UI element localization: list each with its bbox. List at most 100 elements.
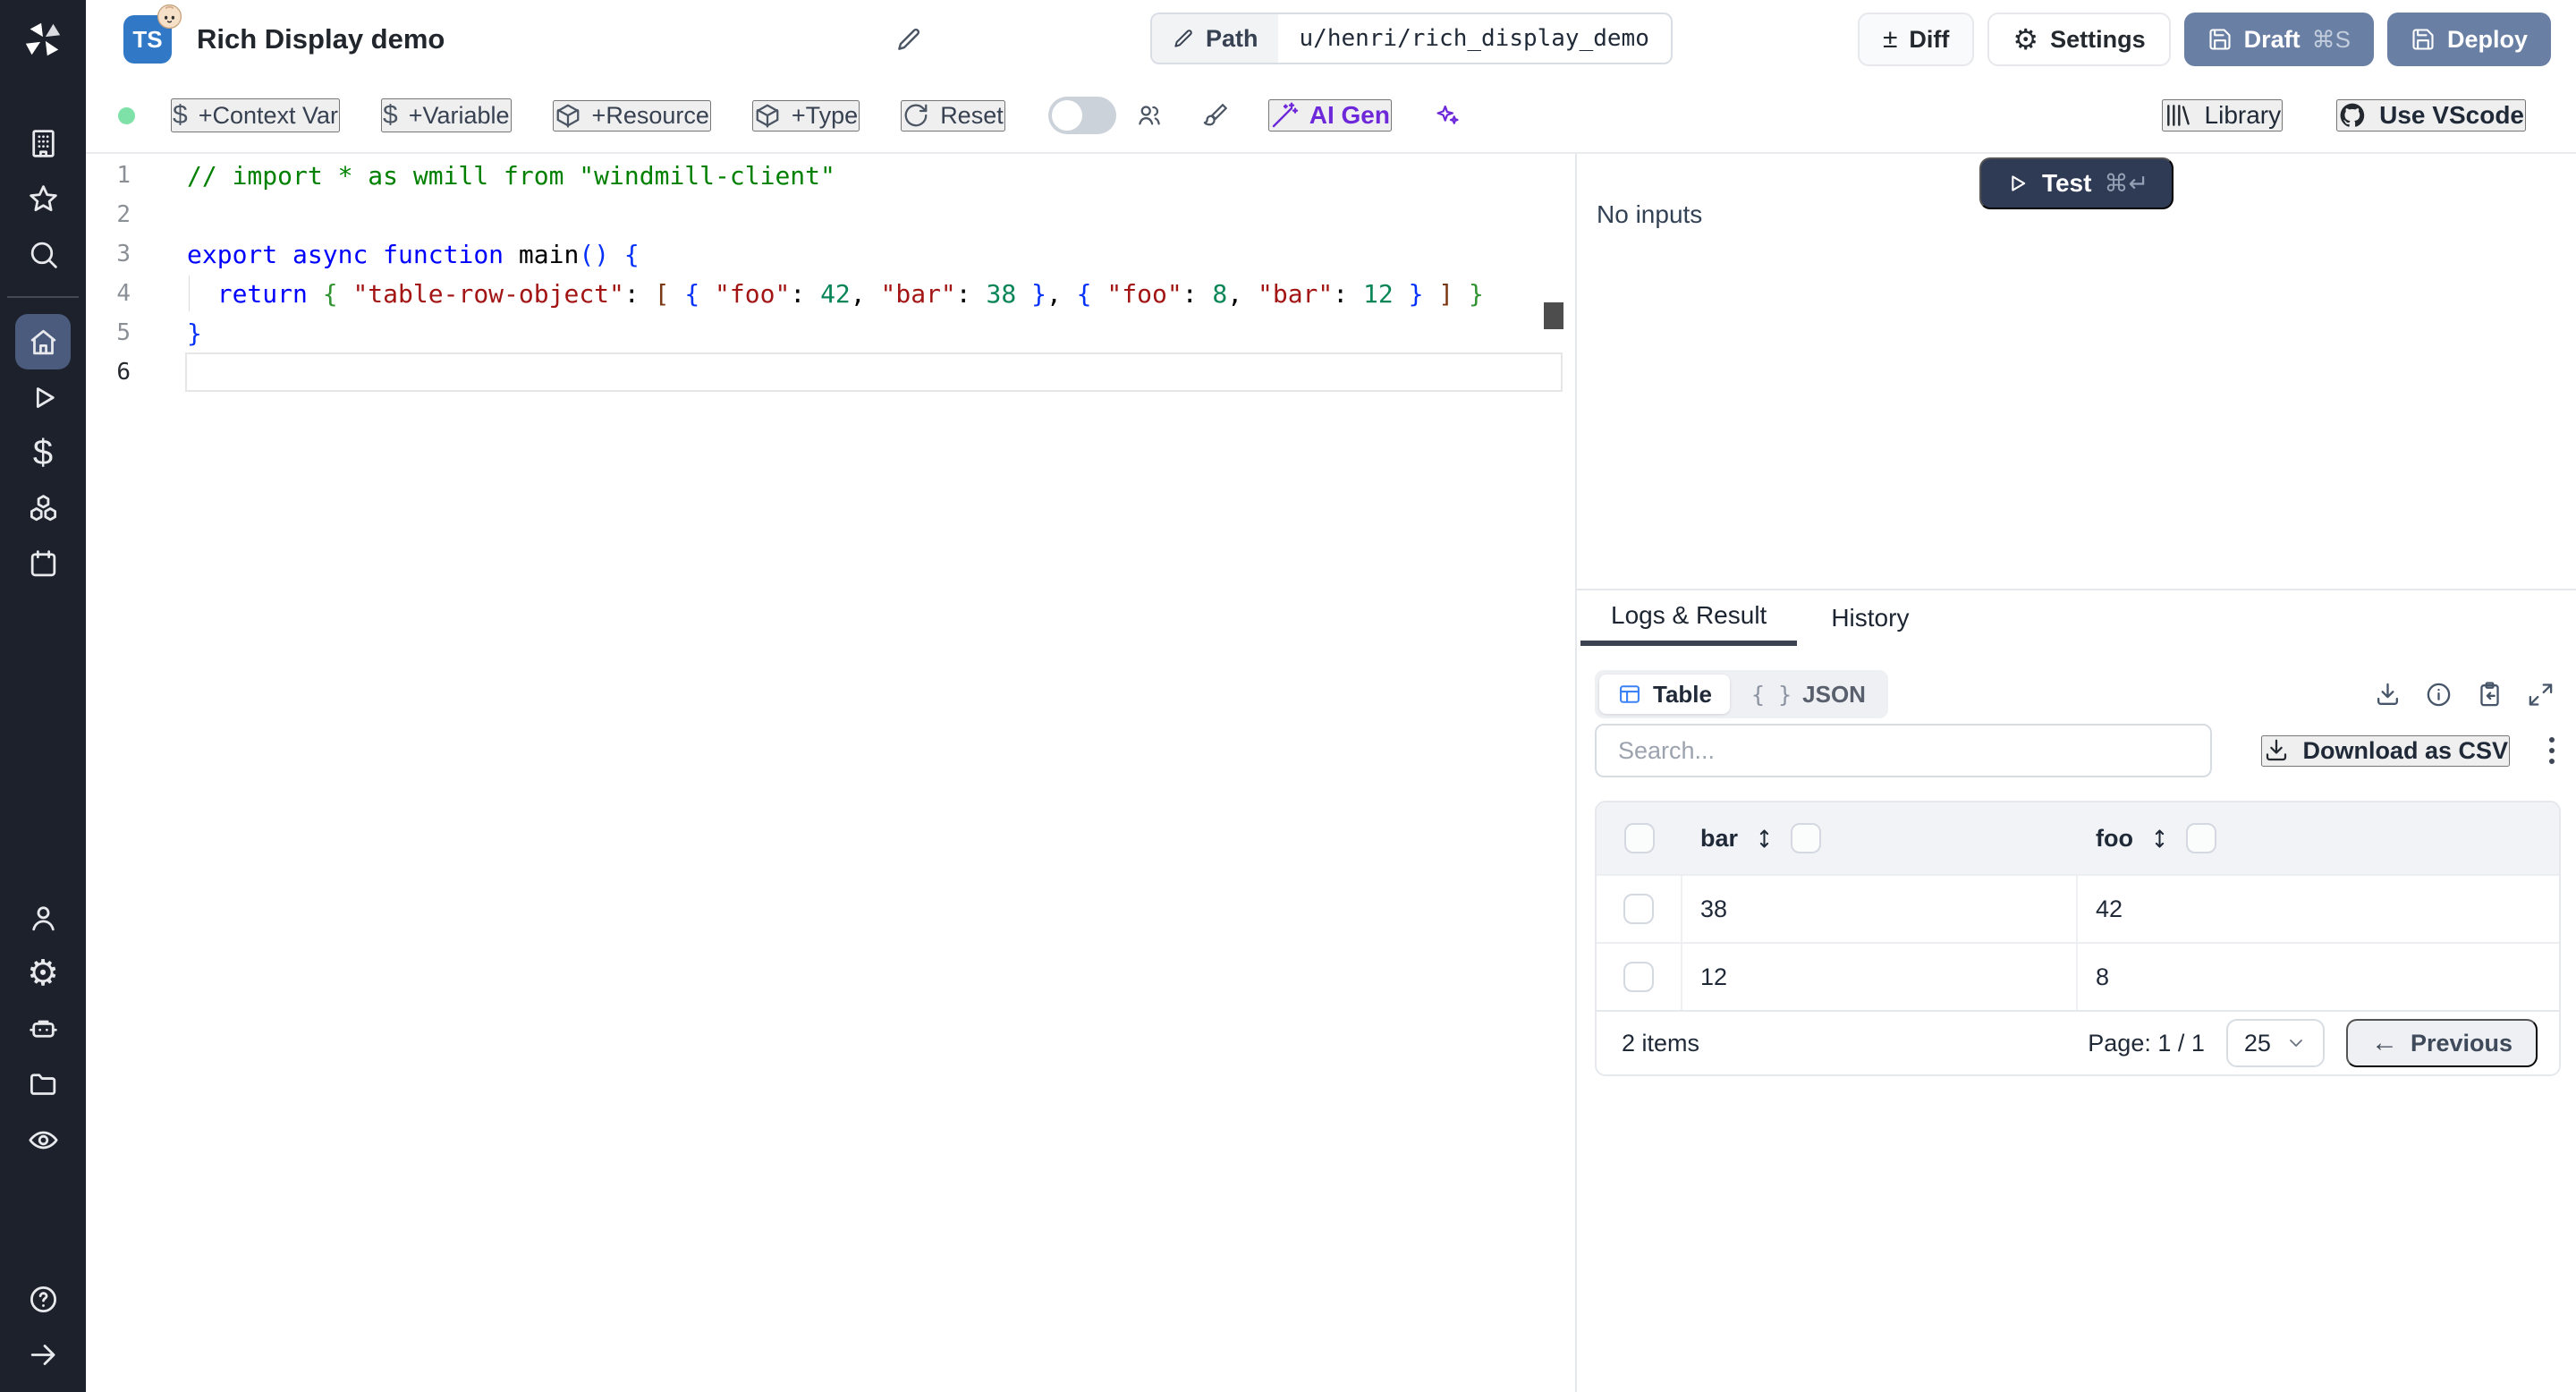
sidebar-item-dollar[interactable]: $ <box>15 425 71 480</box>
table-footer: 2 items Page: 1 / 1 25 ← Previous <box>1597 1010 2559 1074</box>
windmill-logo-icon[interactable] <box>0 13 86 66</box>
tab-history[interactable]: History <box>1820 590 1919 646</box>
sort-icon[interactable] <box>1752 827 1776 851</box>
line-number: 4 <box>116 280 131 307</box>
tab-logs-result[interactable]: Logs & Result <box>1580 590 1798 646</box>
clipboard-copy-icon[interactable] <box>2476 681 2504 709</box>
code-line-6[interactable]: 6 <box>86 352 1575 392</box>
code-line-2[interactable]: 2 <box>86 195 1575 234</box>
code-editor[interactable]: 1// import * as wmill from "windmill-cli… <box>86 154 1575 1392</box>
sidebar-item-star[interactable] <box>15 171 71 226</box>
items-count: 2 items <box>1622 1029 1700 1057</box>
dollar-icon: $ <box>173 100 188 130</box>
sparkles-icon[interactable] <box>1433 102 1460 129</box>
info-icon[interactable] <box>2425 681 2453 709</box>
expand-icon[interactable] <box>2527 681 2555 709</box>
path-label: Path <box>1152 14 1278 63</box>
kebab-menu-icon[interactable] <box>2549 734 2555 767</box>
view-json-option[interactable]: { } JSON <box>1733 675 1884 714</box>
row-checkbox[interactable] <box>1623 962 1654 992</box>
table-body: 38 42 12 8 <box>1597 874 2559 1010</box>
download-icon[interactable] <box>2374 681 2402 709</box>
format-brush-icon[interactable] <box>1202 102 1229 129</box>
toolbar-right: Library Use VScode <box>2161 99 2526 132</box>
code-lines[interactable]: 1// import * as wmill from "windmill-cli… <box>86 156 1575 392</box>
line-number: 6 <box>116 359 131 386</box>
multiplayer-toggle[interactable] <box>1047 97 1116 134</box>
save-icon <box>2209 29 2231 50</box>
sidebar-item-building[interactable] <box>15 115 71 171</box>
sidebar-item-home[interactable] <box>15 314 71 369</box>
editor-scrollbar-thumb[interactable] <box>1544 302 1563 329</box>
reset-button[interactable]: Reset <box>901 99 1005 132</box>
download-csv-button[interactable]: Download as CSV <box>2261 734 2510 767</box>
no-inputs-label: No inputs <box>1597 200 1703 228</box>
result-actions <box>2374 681 2555 709</box>
sidebar-item-folder[interactable] <box>15 1057 71 1112</box>
path-value[interactable]: u/henri/rich_display_demo <box>1278 14 1671 63</box>
sidebar-item-robot[interactable] <box>15 1001 71 1057</box>
previous-page-button[interactable]: ← Previous <box>2345 1019 2538 1067</box>
column-header-bar: bar <box>1682 802 2078 874</box>
column-filter-box[interactable] <box>2185 823 2216 853</box>
use-vscode-button[interactable]: Use VScode <box>2336 99 2526 132</box>
page-indicator: Page: 1 / 1 <box>2088 1029 2205 1057</box>
topbar-actions: ± Diff ⚙ Settings Draft ⌘S Deploy <box>1857 13 2551 66</box>
save-icon <box>2412 29 2434 50</box>
sidebar-divider <box>7 296 79 298</box>
cell-value: 38 <box>1700 895 1728 922</box>
test-shortcut: ⌘↵ <box>2104 169 2149 197</box>
code-line-1[interactable]: 1// import * as wmill from "windmill-cli… <box>86 156 1575 195</box>
sidebar-group-admin: ⚙ <box>0 890 86 1167</box>
ai-gen-button[interactable]: AI Gen <box>1267 99 1392 132</box>
path-control[interactable]: Path u/henri/rich_display_demo <box>1150 13 1673 64</box>
collaborators-icon[interactable] <box>1136 102 1163 129</box>
line-number: 1 <box>116 162 131 189</box>
draft-button[interactable]: Draft ⌘S <box>2183 13 2374 66</box>
code-line-4[interactable]: 4 return { "table-row-object": [ { "foo"… <box>86 274 1575 313</box>
view-table-option[interactable]: Table <box>1599 675 1730 714</box>
add-variable-button[interactable]: $ +Variable <box>381 98 512 132</box>
status-dot <box>118 106 135 124</box>
code-line-3[interactable]: 3 export async function main() { <box>86 234 1575 274</box>
result-tabs: Logs & Result History <box>1577 590 2576 646</box>
row-checkbox[interactable] <box>1623 894 1654 924</box>
search-input[interactable] <box>1595 724 2212 777</box>
sidebar: $ ⚙ <box>0 0 86 1392</box>
add-context-var-button[interactable]: $ +Context Var <box>171 98 341 132</box>
table-row[interactable]: 12 8 <box>1597 942 2559 1010</box>
view-switcher: Table { } JSON <box>1595 670 1888 718</box>
plus-minus-icon: ± <box>1882 24 1898 54</box>
sidebar-item-user[interactable] <box>15 890 71 946</box>
add-type-button[interactable]: +Type <box>751 99 860 132</box>
column-label: bar <box>1700 824 1739 852</box>
sidebar-item-help[interactable] <box>15 1271 71 1327</box>
sidebar-item-cubes[interactable] <box>15 480 71 536</box>
deploy-button[interactable]: Deploy <box>2386 13 2551 66</box>
sidebar-item-arrow-right[interactable] <box>15 1327 71 1382</box>
sidebar-item-search[interactable] <box>15 226 71 282</box>
dollar-icon: $ <box>383 100 398 130</box>
page-size-select[interactable]: 25 <box>2225 1019 2325 1067</box>
library-button[interactable]: Library <box>2161 99 2284 132</box>
sidebar-item-calendar[interactable] <box>15 536 71 591</box>
column-label: foo <box>2096 824 2133 852</box>
code-line-5[interactable]: 5} <box>86 313 1575 352</box>
edit-title-pencil-icon[interactable] <box>891 21 927 57</box>
result-view-toolbar: Table { } JSON <box>1595 670 2555 718</box>
add-resource-button[interactable]: +Resource <box>552 99 711 132</box>
braces-icon: { } <box>1750 681 1792 708</box>
line-number: 2 <box>116 201 131 228</box>
select-all-checkbox[interactable] <box>1624 823 1655 853</box>
sidebar-item-gear[interactable]: ⚙ <box>15 946 71 1001</box>
column-filter-box[interactable] <box>1791 823 1822 853</box>
diff-button[interactable]: ± Diff <box>1857 13 1975 66</box>
sidebar-item-play[interactable] <box>15 369 71 425</box>
settings-button[interactable]: ⚙ Settings <box>1987 13 2171 66</box>
sort-icon[interactable] <box>2148 827 2172 851</box>
pagination: Page: 1 / 1 25 ← Previous <box>2088 1019 2538 1067</box>
typescript-language-icon: TS <box>123 4 182 64</box>
table-row[interactable]: 38 42 <box>1597 874 2559 942</box>
sidebar-item-eye[interactable] <box>15 1112 71 1167</box>
test-button[interactable]: Test ⌘↵ <box>1979 157 2174 209</box>
